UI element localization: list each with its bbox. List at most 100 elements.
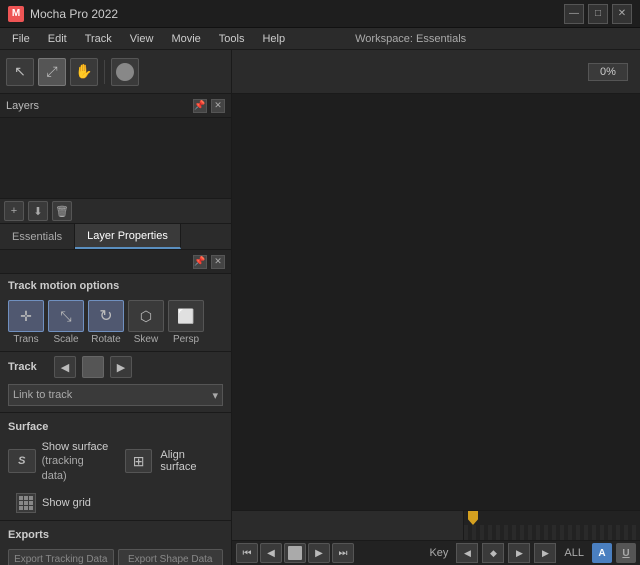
menu-track[interactable]: Track	[77, 31, 120, 47]
track-back-button[interactable]: ◀	[54, 356, 76, 378]
layers-title: Layers	[6, 100, 39, 112]
skew-label: Skew	[134, 334, 158, 345]
show-surface-icon: S	[8, 449, 36, 473]
show-grid-icon	[16, 493, 36, 513]
canvas-main[interactable]	[232, 94, 640, 510]
link-to-track-label: Link to track	[13, 389, 72, 401]
tab-essentials[interactable]: Essentials	[0, 224, 75, 249]
show-grid-row[interactable]: Show grid	[8, 490, 223, 516]
workspace-label: Workspace: Essentials	[355, 33, 466, 45]
track-motion-title: Track motion options	[0, 274, 231, 296]
scale-icon: ⤡	[48, 300, 84, 332]
tl-stop-button[interactable]	[284, 543, 306, 563]
arrow-tool[interactable]: ↖	[6, 58, 34, 86]
timeline-controls: ⏮ ◀ ▶ ⏭ Key ◀ ◆ ▶ ▶ ALL A U	[232, 540, 640, 565]
menu-edit[interactable]: Edit	[40, 31, 75, 47]
track-panel-close[interactable]: ✕	[211, 255, 225, 269]
tl-badge-a[interactable]: A	[592, 543, 612, 563]
window-controls: — □ ✕	[564, 4, 632, 24]
track-row: Track ◀ ▶	[0, 352, 231, 382]
skew-button[interactable]: ⬡ Skew	[128, 300, 164, 345]
layers-panel: Layers 📌 ✕ + ⬇ 🗑	[0, 94, 231, 224]
add-layer-button[interactable]: +	[4, 201, 24, 221]
export-shape-data-button[interactable]: Export Shape Data	[118, 549, 224, 565]
tl-stop-icon	[288, 546, 302, 560]
motion-options-grid: ✛ Trans ⤡ Scale ↻ Rotate ⬡ Skew ⬜	[0, 296, 231, 351]
layers-header: Layers 📌 ✕	[0, 94, 231, 118]
zoom-display[interactable]: 0%	[588, 63, 628, 81]
menu-tools[interactable]: Tools	[211, 31, 253, 47]
rotate-label: Rotate	[91, 334, 120, 345]
move-layer-down-button[interactable]: ⬇	[28, 201, 48, 221]
menu-file[interactable]: File	[4, 31, 38, 47]
app-title: Mocha Pro 2022	[30, 7, 564, 21]
canvas-toolbar: 0%	[232, 50, 640, 94]
show-surface-label: Show surface(tracking data)	[42, 440, 111, 483]
close-button[interactable]: ✕	[612, 4, 632, 24]
trans-button[interactable]: ✛ Trans	[8, 300, 44, 345]
tl-key-area: Key ◀ ◆ ▶ ▶ ALL A U	[425, 543, 636, 563]
maximize-button[interactable]: □	[588, 4, 608, 24]
layers-panel-controls: 📌 ✕	[193, 99, 225, 113]
delete-layer-button[interactable]: 🗑	[52, 201, 72, 221]
tl-badge-u[interactable]: U	[616, 543, 636, 563]
pan-tool[interactable]: ✋	[70, 58, 98, 86]
trans-label: Trans	[13, 334, 38, 345]
menu-help[interactable]: Help	[254, 31, 293, 47]
layers-content	[0, 118, 231, 198]
track-stop-button[interactable]	[82, 356, 104, 378]
tl-back-button[interactable]: ◀	[260, 543, 282, 563]
menu-movie[interactable]: Movie	[163, 31, 208, 47]
layers-toolbar: + ⬇ 🗑	[0, 198, 231, 224]
rotate-button[interactable]: ↻ Rotate	[88, 300, 124, 345]
persp-button[interactable]: ⬜ Persp	[168, 300, 204, 345]
track-label: Track	[8, 361, 48, 373]
align-surface-label: Align surface	[160, 449, 223, 473]
tl-fwd-button[interactable]: ⏭	[332, 543, 354, 563]
tl-play-button[interactable]: ▶	[308, 543, 330, 563]
track-fwd-button[interactable]: ▶	[110, 356, 132, 378]
tl-key-play[interactable]: ▶	[534, 543, 556, 563]
persp-label: Persp	[173, 334, 199, 345]
draw-tool[interactable]	[111, 58, 139, 86]
show-grid-label: Show grid	[42, 497, 91, 509]
layers-close-button[interactable]: ✕	[211, 99, 225, 113]
link-to-track-arrow: ▾	[212, 389, 218, 402]
skew-icon: ⬡	[128, 300, 164, 332]
align-surface-icon: ⊞	[125, 449, 153, 473]
track-panel-controls: 📌 ✕	[193, 255, 225, 269]
tl-key-next[interactable]: ▶	[508, 543, 530, 563]
canvas-area: 0% ⏮ ◀ ▶	[232, 50, 640, 565]
tl-key-label: Key	[425, 547, 452, 559]
menu-view[interactable]: View	[122, 31, 162, 47]
toolbar-separator	[104, 60, 105, 84]
link-to-track-select[interactable]: Link to track ▾	[8, 384, 223, 406]
exports-title: Exports	[8, 525, 223, 545]
main-toolbar: ↖ ⤢ ✋	[0, 50, 231, 94]
properties-tabs: Essentials Layer Properties	[0, 224, 231, 250]
tab-layer-properties[interactable]: Layer Properties	[75, 224, 181, 249]
layers-pin-button[interactable]: 📌	[193, 99, 207, 113]
app-icon: M	[8, 6, 24, 22]
surface-title: Surface	[8, 417, 223, 437]
menu-bar: File Edit Track View Movie Tools Help Wo…	[0, 28, 640, 50]
track-panel: 📌 ✕ Track motion options ✛ Trans ⤡ Scale…	[0, 250, 231, 565]
show-surface-item[interactable]: S Show surface(tracking data) ⊞ Align su…	[8, 437, 223, 486]
timeline: ⏮ ◀ ▶ ⏭ Key ◀ ◆ ▶ ▶ ALL A U	[232, 510, 640, 565]
left-panel: ↖ ⤢ ✋ Layers 📌 ✕ + ⬇ 🗑	[0, 50, 232, 565]
minimize-button[interactable]: —	[564, 4, 584, 24]
export-tracking-data-button[interactable]: Export Tracking Data	[8, 549, 114, 565]
scale-button[interactable]: ⤡ Scale	[48, 300, 84, 345]
track-panel-pin[interactable]: 📌	[193, 255, 207, 269]
scale-label: Scale	[53, 334, 78, 345]
surface-section: Surface S Show surface(tracking data) ⊞ …	[0, 413, 231, 520]
persp-icon: ⬜	[168, 300, 204, 332]
export-buttons: Export Tracking Data Export Shape Data	[8, 545, 223, 565]
exports-section: Exports Export Tracking Data Export Shap…	[0, 521, 231, 565]
tl-key-diamond[interactable]: ◆	[482, 543, 504, 563]
main-layout: ↖ ⤢ ✋ Layers 📌 ✕ + ⬇ 🗑	[0, 50, 640, 565]
tl-rewind-button[interactable]: ⏮	[236, 543, 258, 563]
select-tool[interactable]: ⤢	[38, 58, 66, 86]
tl-all-label: ALL	[560, 547, 588, 559]
tl-key-prev[interactable]: ◀	[456, 543, 478, 563]
